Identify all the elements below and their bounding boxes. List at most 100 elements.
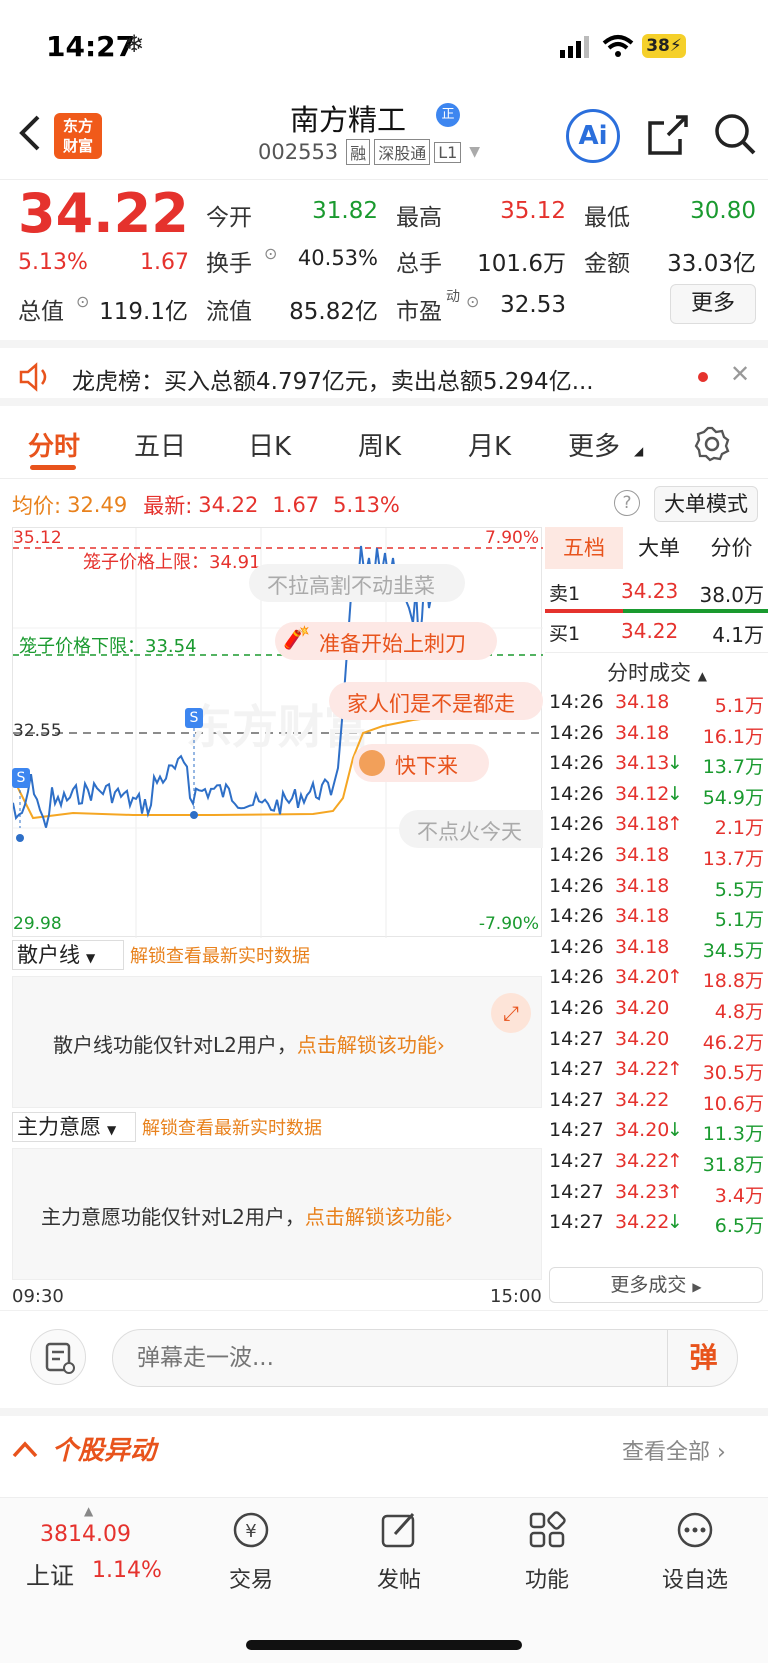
- retail-unlock-link[interactable]: 点击解锁该功能: [297, 1033, 437, 1057]
- sell-marker-badge[interactable]: S: [185, 708, 203, 728]
- divider: [545, 652, 768, 653]
- more-trades-button[interactable]: 更多成交 ▶: [549, 1267, 763, 1303]
- trade-volume: 3.4万: [714, 1184, 764, 1207]
- danmu-bubble[interactable]: 家人们是不是都走: [329, 682, 543, 720]
- trade-volume: 4.8万: [714, 1001, 764, 1023]
- tab-more[interactable]: 更多: [568, 426, 620, 463]
- main-force-unlock-link[interactable]: 点击解锁该功能: [305, 1205, 445, 1229]
- sell-marker-badge[interactable]: S: [12, 768, 30, 788]
- more-button[interactable]: 更多: [670, 284, 756, 324]
- nav-trade-label: 交易: [228, 1568, 273, 1593]
- trade-price: 34.20: [615, 1027, 670, 1050]
- pe-superscript: 动: [446, 289, 460, 305]
- trade-row: 14:26 34.18 ↑ 2.1万: [545, 809, 768, 841]
- tab-daily-k[interactable]: 日K: [248, 426, 291, 463]
- pe-value: 32.53: [500, 292, 566, 318]
- back-icon[interactable]: [18, 115, 42, 151]
- index-percent[interactable]: 1.14%: [92, 1558, 162, 1583]
- main-force-locked-panel[interactable]: 主力意愿功能仅针对L2用户，点击解锁该功能›: [12, 1148, 542, 1280]
- comment-bar: 弹: [0, 1310, 768, 1400]
- trade-row: 14:26 34.18 5.1万: [545, 901, 768, 933]
- trade-time: 14:27: [549, 1150, 604, 1172]
- expand-icon[interactable]: ⤢: [491, 993, 531, 1033]
- float-label: 流值: [206, 299, 252, 325]
- ask1-row: 卖1 34.23 38.0万: [545, 575, 768, 607]
- trade-price: 34.22: [615, 1150, 670, 1172]
- bottom-price-label: 29.98: [13, 914, 62, 934]
- danmu-bubble[interactable]: 不点火今天: [399, 810, 543, 848]
- status-time: 14:27: [46, 30, 136, 63]
- low-label: 最低: [584, 205, 630, 231]
- trade-row: 14:27 34.22 10.6万: [545, 1085, 768, 1117]
- info-icon[interactable]: ⊙: [264, 244, 277, 263]
- ai-button[interactable]: Ai: [566, 109, 620, 163]
- retail-line-locked-panel[interactable]: 散户线功能仅针对L2用户，点击解锁该功能› ⤢: [12, 976, 542, 1108]
- danmu-bubble[interactable]: 不拉高割不动韭菜: [249, 564, 465, 602]
- trades-title-text: 分时成交: [607, 661, 691, 685]
- trade-volume: 31.8万: [702, 1154, 764, 1176]
- status-bar: 14:27 ❄ 38⚡: [0, 0, 768, 100]
- dragon-tiger-banner[interactable]: 龙虎榜：买入总额4.797亿元，卖出总额5.294亿... ✕: [0, 340, 768, 406]
- info-icon[interactable]: ⊙: [76, 292, 89, 311]
- avg-label: 均价:: [12, 494, 62, 518]
- index-value[interactable]: 3814.09: [40, 1522, 131, 1547]
- low-value: 30.80: [690, 198, 756, 224]
- trade-row: 14:26 34.12 ↓ 54.9万: [545, 779, 768, 811]
- nav-trade[interactable]: ¥ 交易: [196, 1510, 306, 1594]
- trades-title[interactable]: 分时成交 ▲: [607, 657, 707, 687]
- index-name[interactable]: 上证: [26, 1556, 74, 1591]
- tab-weekly-k[interactable]: 周K: [358, 426, 401, 463]
- tab-five-level[interactable]: 五档: [545, 527, 623, 569]
- tab-big-order[interactable]: 大单: [623, 527, 695, 569]
- tab-price-distribution[interactable]: 分价: [695, 527, 768, 569]
- view-all-link[interactable]: 查看全部 ›: [622, 1434, 726, 1466]
- trade-price: 34.20: [615, 1119, 670, 1142]
- trade-price: 34.18: [615, 935, 670, 958]
- trade-volume: 18.8万: [702, 970, 764, 993]
- info-icon[interactable]: ⊙: [466, 292, 479, 311]
- main-force-unlock-text[interactable]: 解锁查看最新实时数据: [142, 1114, 322, 1140]
- nav-add-watchlist[interactable]: 设自选: [640, 1510, 750, 1594]
- unread-dot: [698, 372, 708, 382]
- nav-post[interactable]: 发帖: [344, 1510, 454, 1594]
- trade-row: 14:27 34.20 ↓ 11.3万: [545, 1115, 768, 1147]
- big-order-mode-button[interactable]: 大单模式: [654, 486, 758, 522]
- trade-price: 34.12: [615, 782, 670, 805]
- search-icon[interactable]: [712, 111, 758, 157]
- cage-lower-label: 笼子价格下限：33.54: [19, 636, 197, 657]
- trade-time: 14:26: [549, 844, 604, 866]
- signal-icon: [560, 36, 589, 58]
- danmu-settings-icon[interactable]: [30, 1329, 86, 1385]
- close-icon[interactable]: ✕: [730, 360, 750, 388]
- volume-value: 101.6万: [477, 251, 566, 277]
- mcap-value: 119.1亿: [99, 299, 188, 325]
- tag-margin: 融: [346, 139, 371, 165]
- trade-volume: 10.6万: [702, 1092, 764, 1115]
- trade-row: 14:26 34.20 ↑ 18.8万: [545, 962, 768, 994]
- ask-bar: [545, 609, 623, 613]
- intraday-chart[interactable]: 东方财富 35.12 7.90% 29.98 -7.90% 32.55 笼子价格…: [12, 527, 543, 938]
- trade-price: 34.23: [615, 1180, 670, 1203]
- help-icon[interactable]: ?: [614, 490, 640, 516]
- retail-line-selector[interactable]: 散户线 ▼: [12, 940, 124, 970]
- snowflake-icon: ❄: [124, 30, 145, 58]
- nav-functions[interactable]: 功能: [492, 1510, 602, 1594]
- send-danmu-button[interactable]: 弹: [667, 1330, 739, 1386]
- open-label: 今开: [206, 205, 252, 231]
- trade-volume: 13.7万: [702, 756, 764, 779]
- collapse-up-icon[interactable]: [12, 1440, 38, 1458]
- tab-intraday[interactable]: 分时: [28, 426, 80, 463]
- dropdown-icon[interactable]: ▼: [469, 144, 480, 160]
- tab-monthly-k[interactable]: 月K: [468, 426, 511, 463]
- nav-functions-label: 功能: [524, 1568, 569, 1593]
- nav-post-label: 发帖: [376, 1568, 421, 1593]
- trade-volume: 6.5万: [714, 1215, 764, 1238]
- tab-five-day[interactable]: 五日: [134, 426, 186, 463]
- more-trades-label: 更多成交: [610, 1274, 687, 1296]
- main-force-selector[interactable]: 主力意愿 ▼: [12, 1112, 136, 1142]
- danmu-input[interactable]: [137, 1342, 657, 1374]
- settings-gear-icon[interactable]: [694, 426, 730, 462]
- share-icon[interactable]: [646, 113, 690, 157]
- trade-volume: 30.5万: [702, 1062, 764, 1085]
- retail-unlock-text[interactable]: 解锁查看最新实时数据: [130, 942, 310, 968]
